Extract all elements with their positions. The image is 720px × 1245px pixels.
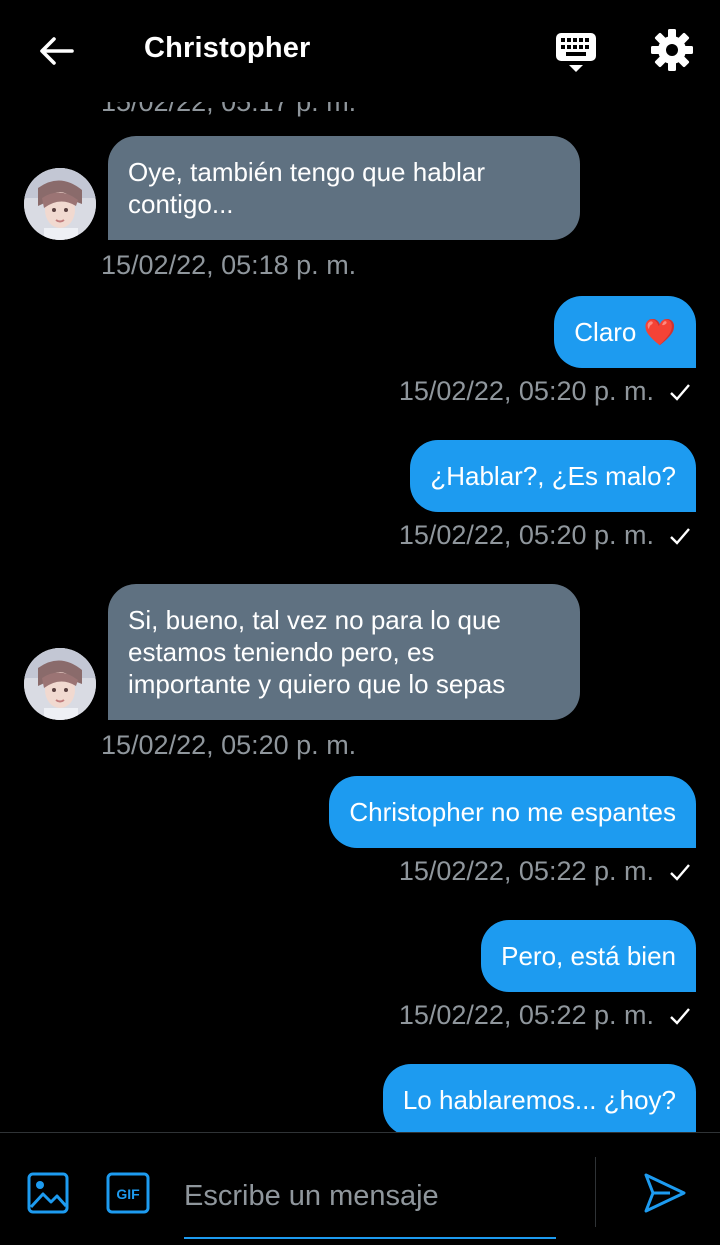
message-input-wrapper	[184, 1157, 556, 1239]
send-icon	[644, 1173, 686, 1213]
timestamp: 15/02/22, 05:22 p. m.	[398, 856, 654, 886]
message-bubble-outgoing[interactable]: Lo hablaremos... ¿hoy?	[382, 1064, 696, 1132]
message-bubble-outgoing[interactable]: Claro ❤️	[554, 296, 696, 368]
timestamp: 15/02/22, 05:18 p. m.	[101, 250, 357, 280]
send-button[interactable]	[640, 1169, 688, 1217]
conversation-title: Christopher	[144, 32, 311, 64]
message-composer: GIF	[0, 1132, 720, 1245]
message-text-line: Si, bueno, tal vez no para lo que	[128, 605, 501, 635]
message-text-line: estamos teniendo pero, es	[128, 637, 435, 667]
avatar[interactable]	[24, 168, 96, 240]
timestamp: 15/02/22, 05:20 p. m.	[398, 376, 654, 406]
settings-button[interactable]	[648, 26, 696, 74]
timestamp-row: 15/02/22, 05:20 p. m.	[399, 520, 692, 551]
check-icon	[670, 527, 690, 545]
timestamp: 15/02/22, 05:20 p. m.	[101, 730, 357, 760]
keyboard-button[interactable]	[552, 28, 600, 76]
avatar[interactable]	[24, 648, 96, 720]
message-bubble-outgoing[interactable]: ¿Hablar?, ¿Es malo?	[410, 440, 696, 512]
divider	[595, 1157, 596, 1227]
message-input[interactable]	[184, 1157, 556, 1235]
arrow-left-icon	[40, 37, 74, 65]
chat-screen: 15/02/22, 05:17 p. m. Oye, también tengo…	[0, 0, 720, 1245]
message-text-line: importante y quiero que lo sepas	[128, 669, 506, 699]
check-icon	[670, 383, 690, 401]
add-gif-button[interactable]: GIF	[104, 1169, 152, 1217]
timestamp: 15/02/22, 05:22 p. m.	[398, 1000, 654, 1030]
gif-label: GIF	[116, 1186, 140, 1202]
timestamp-row: 15/02/22, 05:20 p. m.	[399, 376, 692, 407]
back-button[interactable]	[32, 28, 80, 76]
message-text-line: Oye, también tengo que hablar	[128, 157, 486, 187]
message-list[interactable]: 15/02/22, 05:17 p. m. Oye, también tengo…	[0, 0, 720, 1132]
message-bubble-outgoing[interactable]: Pero, está bien	[481, 920, 696, 992]
timestamp-row: 15/02/22, 05:22 p. m.	[399, 856, 692, 887]
check-icon	[670, 863, 690, 881]
keyboard-icon	[556, 33, 596, 72]
add-image-button[interactable]	[24, 1169, 72, 1217]
message-text-line: contigo...	[128, 189, 234, 219]
check-icon	[670, 1007, 690, 1025]
chat-header: Christopher	[0, 0, 720, 102]
message-bubble-incoming[interactable]: Oye, también tengo que hablar contigo...	[108, 136, 580, 240]
gif-icon: GIF	[106, 1172, 150, 1214]
message-bubble-incoming[interactable]: Si, bueno, tal vez no para lo que estamo…	[108, 584, 580, 720]
timestamp: 15/02/22, 05:20 p. m.	[398, 520, 654, 550]
image-icon	[27, 1172, 69, 1214]
timestamp-row: 15/02/22, 05:22 p. m.	[399, 1000, 692, 1031]
gear-icon	[651, 29, 693, 71]
message-bubble-outgoing[interactable]: Christopher no me espantes	[329, 776, 696, 848]
